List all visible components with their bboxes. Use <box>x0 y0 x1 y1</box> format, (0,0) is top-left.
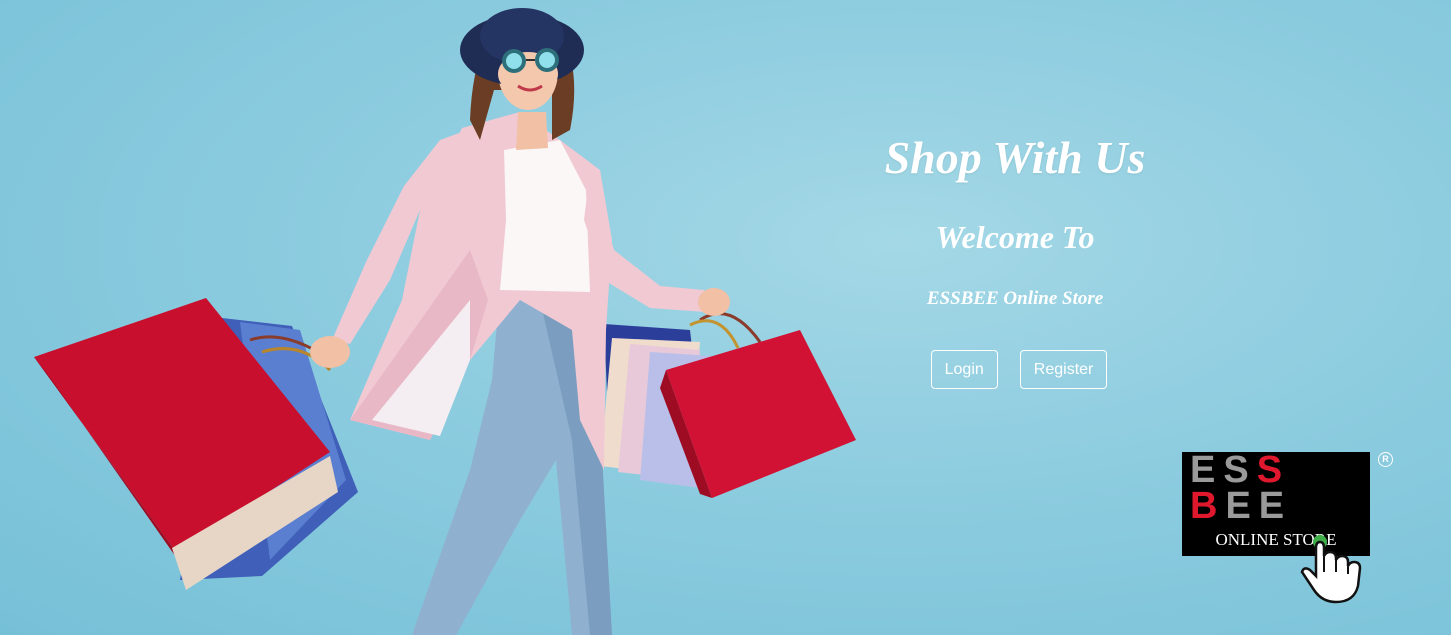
logo-letters: EE <box>1225 485 1293 527</box>
registered-trademark-icon: R <box>1378 452 1393 467</box>
login-button[interactable]: Login <box>930 350 998 390</box>
page-headline: Shop With Us <box>884 132 1146 183</box>
welcome-heading: Welcome To <box>935 219 1095 255</box>
register-button[interactable]: Register <box>1019 350 1108 390</box>
store-name: ESSBEE Online Store <box>926 288 1104 309</box>
logo-line-1: ESS <box>1182 451 1370 489</box>
logo-line-2: BEE <box>1182 485 1370 527</box>
hero-shopper-image <box>34 8 856 635</box>
hero-content: Shop With Us Welcome To ESSBEE Online St… <box>800 120 1230 390</box>
logo-letters: B <box>1190 485 1226 527</box>
auth-actions: Login Register <box>800 350 1230 390</box>
hand-pointer-icon <box>1300 535 1362 604</box>
